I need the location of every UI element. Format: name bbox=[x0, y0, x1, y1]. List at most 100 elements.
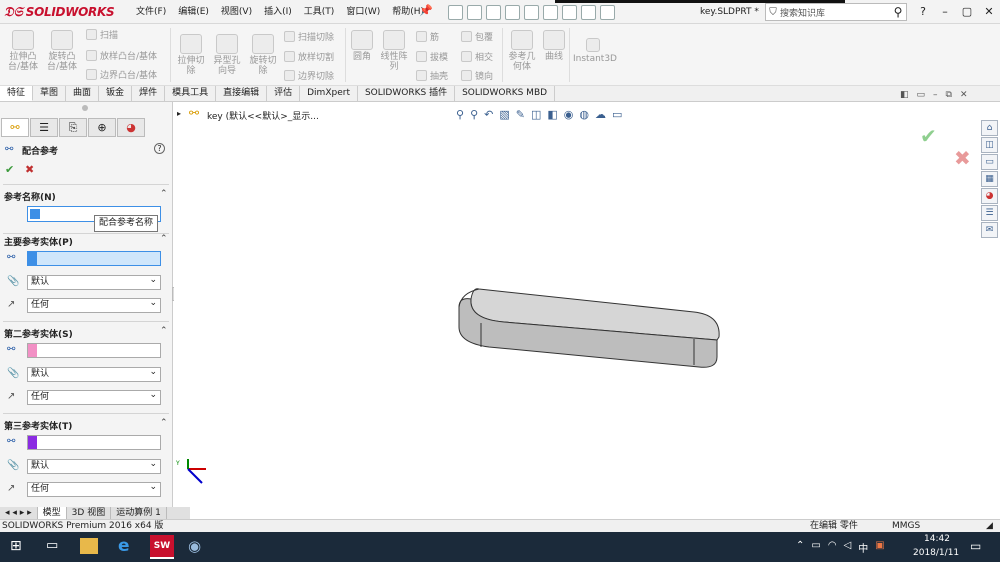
dynamic-annotation-icon[interactable]: ✎ bbox=[516, 108, 525, 121]
undo-icon[interactable] bbox=[524, 4, 539, 20]
tab-evaluate[interactable]: 评估 bbox=[267, 86, 301, 101]
panel-grip[interactable] bbox=[82, 105, 88, 111]
maximize-button[interactable]: ▢ bbox=[956, 0, 978, 24]
clock-time[interactable]: 14:42 bbox=[924, 534, 950, 544]
notification-center-icon[interactable]: ▭ bbox=[970, 539, 981, 553]
tertiary-alignment-select[interactable]: 任何 bbox=[27, 481, 161, 497]
sweep-button[interactable]: 扫描 bbox=[86, 28, 118, 41]
minimize-button[interactable]: – bbox=[934, 0, 956, 24]
display-manager-tab-icon[interactable]: ◕ bbox=[117, 118, 145, 137]
menu-insert[interactable]: 插入(I) bbox=[258, 0, 298, 24]
menu-edit[interactable]: 编辑(E) bbox=[172, 0, 215, 24]
new-file-icon[interactable] bbox=[448, 4, 463, 20]
revolve-boss-button[interactable]: 旋转凸 台/基体 bbox=[45, 30, 79, 72]
graphics-area[interactable]: ▸ ⚯ key (默认<<默认>_显示... ⚲ ⚲ ↶ ▧ ✎ ◫ ◧ ◉ ◍… bbox=[174, 90, 980, 507]
help-icon[interactable]: ? bbox=[912, 0, 934, 24]
lofted-cut-button[interactable]: 放样切割 bbox=[284, 50, 334, 63]
app-taskbar-icon[interactable]: ◉ bbox=[188, 537, 201, 555]
tab-motion-study[interactable]: 运动算例 1 bbox=[111, 507, 167, 519]
select-icon[interactable] bbox=[543, 4, 558, 20]
tab-direct-editing[interactable]: 直接编辑 bbox=[216, 86, 268, 101]
pin-icon[interactable]: 📌 bbox=[419, 4, 433, 18]
help-icon[interactable]: ? bbox=[154, 143, 165, 154]
view-palette-icon[interactable]: ▦ bbox=[981, 171, 998, 187]
shell-button[interactable]: 抽壳 bbox=[416, 69, 448, 82]
apply-scene-icon[interactable]: ☁ bbox=[595, 108, 606, 121]
tab-sheet-metal[interactable]: 钣金 bbox=[99, 86, 133, 101]
menu-tools[interactable]: 工具(T) bbox=[298, 0, 341, 24]
boundary-boss-button[interactable]: 边界凸台/基体 bbox=[86, 68, 157, 81]
network-icon[interactable]: ▭ bbox=[811, 540, 820, 555]
secondary-alignment-select[interactable]: 任何 bbox=[27, 389, 161, 405]
tertiary-entity-selection[interactable] bbox=[27, 435, 161, 450]
clock-date[interactable]: 2018/1/11 bbox=[913, 548, 959, 558]
open-file-icon[interactable] bbox=[467, 4, 482, 20]
viewport-close-button[interactable]: ✕ bbox=[960, 90, 968, 100]
wifi-icon[interactable]: ◠ bbox=[828, 540, 837, 555]
options-gear-icon[interactable] bbox=[600, 4, 615, 20]
tab-3d-views[interactable]: 3D 视图 bbox=[67, 507, 112, 519]
extrude-cut-button[interactable]: 拉伸切 除 bbox=[174, 34, 208, 76]
tertiary-section-title[interactable]: 第三参考实体(T) bbox=[4, 419, 72, 432]
tray-chevron-icon[interactable]: ⌃ bbox=[796, 540, 804, 555]
reference-geometry-button[interactable]: 参考几 何体 bbox=[506, 30, 538, 72]
viewport-split-icon[interactable]: ◧ bbox=[900, 90, 909, 100]
menu-window[interactable]: 窗口(W) bbox=[340, 0, 386, 24]
unit-system[interactable]: MMGS bbox=[892, 520, 920, 532]
mate-reference-tab-icon[interactable]: ⚯ bbox=[1, 118, 29, 137]
key-part-model[interactable] bbox=[449, 277, 724, 377]
tertiary-mate-type-select[interactable]: 默认 bbox=[27, 458, 161, 474]
zoom-area-icon[interactable]: ⚲ bbox=[470, 108, 478, 121]
feature-tree-flyout[interactable]: key (默认<<默认>_显示... bbox=[207, 109, 319, 122]
linear-pattern-button[interactable]: 线性阵 列 bbox=[378, 30, 410, 72]
edge-browser-icon[interactable]: e bbox=[118, 536, 130, 556]
secondary-entity-selection[interactable] bbox=[27, 343, 161, 358]
primary-mate-type-select[interactable]: 默认 bbox=[27, 274, 161, 290]
view-orientation-icon[interactable]: ◫ bbox=[531, 108, 541, 121]
view-settings-icon[interactable]: ▭ bbox=[612, 108, 622, 121]
volume-icon[interactable]: ◁ bbox=[844, 540, 852, 555]
boundary-cut-button[interactable]: 边界切除 bbox=[284, 69, 334, 82]
home-icon[interactable]: ⌂ bbox=[981, 120, 998, 136]
primary-entity-selection[interactable] bbox=[27, 251, 161, 266]
wrap-button[interactable]: 包覆 bbox=[461, 30, 493, 43]
task-view-icon[interactable]: ▭ bbox=[46, 538, 58, 553]
rebuild-icon[interactable] bbox=[562, 4, 577, 20]
solidworks-logo[interactable]: 𝔇𝔖 SOLIDWORKS bbox=[4, 3, 115, 21]
intersect-button[interactable]: 相交 bbox=[461, 50, 493, 63]
resize-grip-icon[interactable]: ◢ bbox=[986, 520, 993, 532]
viewport-restore-button[interactable]: ⧉ bbox=[946, 90, 952, 100]
hole-wizard-button[interactable]: 异型孔 向导 bbox=[210, 34, 244, 76]
dimxpert-tab-icon[interactable]: ⊕ bbox=[88, 118, 116, 137]
file-explorer-taskbar-icon[interactable] bbox=[80, 538, 98, 554]
tab-weldments[interactable]: 焊件 bbox=[132, 86, 166, 101]
viewport-link-icon[interactable]: ▭ bbox=[917, 90, 926, 100]
mirror-button[interactable]: 镜向 bbox=[461, 69, 493, 82]
collapse-chevron-icon[interactable]: ⌃ bbox=[160, 234, 168, 244]
draft-button[interactable]: 拔模 bbox=[416, 50, 448, 63]
collapse-chevron-icon[interactable]: ⌃ bbox=[160, 418, 168, 428]
save-icon[interactable] bbox=[486, 4, 501, 20]
tab-scroll-arrows-icon[interactable]: ◂ ◂ ▸ ▸ bbox=[0, 507, 38, 519]
tab-surfaces[interactable]: 曲面 bbox=[66, 86, 100, 101]
ref-name-section-title[interactable]: 参考名称(N) bbox=[4, 190, 56, 203]
property-manager-tab-icon[interactable]: ☰ bbox=[30, 118, 58, 137]
search-icon[interactable]: ⚲ bbox=[890, 5, 906, 19]
revolve-cut-button[interactable]: 旋转切 除 bbox=[246, 34, 280, 76]
instant3d-button[interactable]: Instant3D bbox=[573, 38, 617, 64]
forum-icon[interactable]: ✉ bbox=[981, 222, 998, 238]
viewport-minimize-button[interactable]: – bbox=[933, 90, 938, 100]
loft-button[interactable]: 放样凸台/基体 bbox=[86, 49, 157, 62]
menu-file[interactable]: 文件(F) bbox=[130, 0, 172, 24]
collapse-chevron-icon[interactable]: ⌃ bbox=[160, 189, 168, 199]
extrude-boss-button[interactable]: 拉伸凸 台/基体 bbox=[6, 30, 40, 72]
design-library-icon[interactable]: ◫ bbox=[981, 137, 998, 153]
close-button[interactable]: ✕ bbox=[978, 0, 1000, 24]
knowledge-search[interactable]: ⛉ 搜索知识库 ⚲ bbox=[765, 3, 907, 21]
ime-indicator[interactable]: 中 bbox=[858, 540, 868, 555]
solidworks-taskbar-icon[interactable]: SW bbox=[150, 535, 174, 559]
section-view-icon[interactable]: ▧ bbox=[499, 108, 509, 121]
confirm-check-icon[interactable]: ✔ bbox=[920, 124, 937, 148]
zoom-to-fit-icon[interactable]: ⚲ bbox=[456, 108, 464, 121]
tab-sketch[interactable]: 草图 bbox=[33, 86, 67, 101]
